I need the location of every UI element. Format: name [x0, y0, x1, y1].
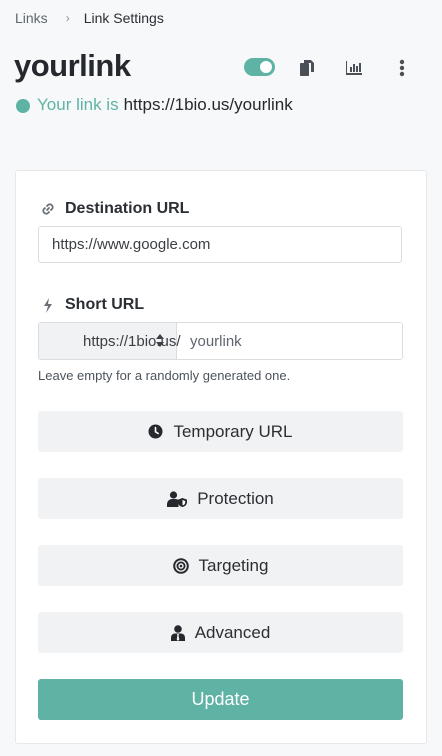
short-url-input[interactable] — [177, 323, 402, 359]
destination-url-input[interactable] — [38, 226, 402, 263]
destination-url-label: Destination URL — [40, 200, 189, 218]
toggle-knob — [260, 61, 272, 73]
domain-select-value: https://1bio.us/ — [83, 333, 181, 350]
page-title: yourlink — [14, 48, 131, 83]
short-url-help: Leave empty for a randomly generated one… — [38, 368, 291, 383]
temporary-url-label: Temporary URL — [173, 421, 293, 441]
more-vert-icon — [399, 59, 405, 77]
short-url-group: https://1bio.us/ — [38, 322, 403, 360]
copy-button[interactable] — [297, 58, 317, 78]
update-button[interactable]: Update — [38, 679, 403, 720]
link-info: Your link is https://1bio.us/yourlink — [16, 95, 293, 115]
chevron-right-icon: › — [65, 11, 70, 25]
status-dot — [16, 99, 30, 113]
protection-label: Protection — [197, 488, 274, 508]
short-url-label: Short URL — [40, 296, 144, 314]
user-tie-icon — [170, 624, 185, 641]
temporary-url-button[interactable]: Temporary URL — [38, 411, 403, 452]
bar-chart-icon — [346, 61, 362, 75]
destination-url-label-text: Destination URL — [65, 200, 190, 217]
targeting-label: Targeting — [198, 555, 269, 575]
more-options-button[interactable] — [392, 58, 412, 78]
short-url-label-text: Short URL — [65, 296, 145, 313]
select-arrows-icon — [156, 334, 164, 351]
domain-select[interactable]: https://1bio.us/ — [39, 323, 181, 359]
breadcrumb-current: Link Settings — [83, 10, 164, 26]
breadcrumb: Links › Link Settings — [15, 10, 164, 26]
target-icon — [172, 557, 189, 574]
link-icon — [40, 202, 56, 216]
copy-icon — [300, 60, 314, 76]
breadcrumb-links[interactable]: Links — [15, 10, 48, 26]
targeting-button[interactable]: Targeting — [38, 545, 403, 586]
protection-button[interactable]: Protection — [38, 478, 403, 519]
link-url[interactable]: https://1bio.us/yourlink — [124, 95, 293, 115]
enable-toggle[interactable] — [244, 58, 275, 76]
clock-icon — [148, 424, 163, 439]
advanced-label: Advanced — [194, 622, 271, 642]
bolt-icon — [40, 297, 56, 313]
statistics-button[interactable] — [344, 58, 364, 78]
header: yourlink — [14, 48, 424, 88]
user-shield-icon — [167, 490, 188, 507]
link-prefix: Your link is — [37, 95, 119, 114]
link-settings-card: Destination URL Short URL https://1bio.u… — [15, 170, 427, 744]
advanced-button[interactable]: Advanced — [38, 612, 403, 653]
